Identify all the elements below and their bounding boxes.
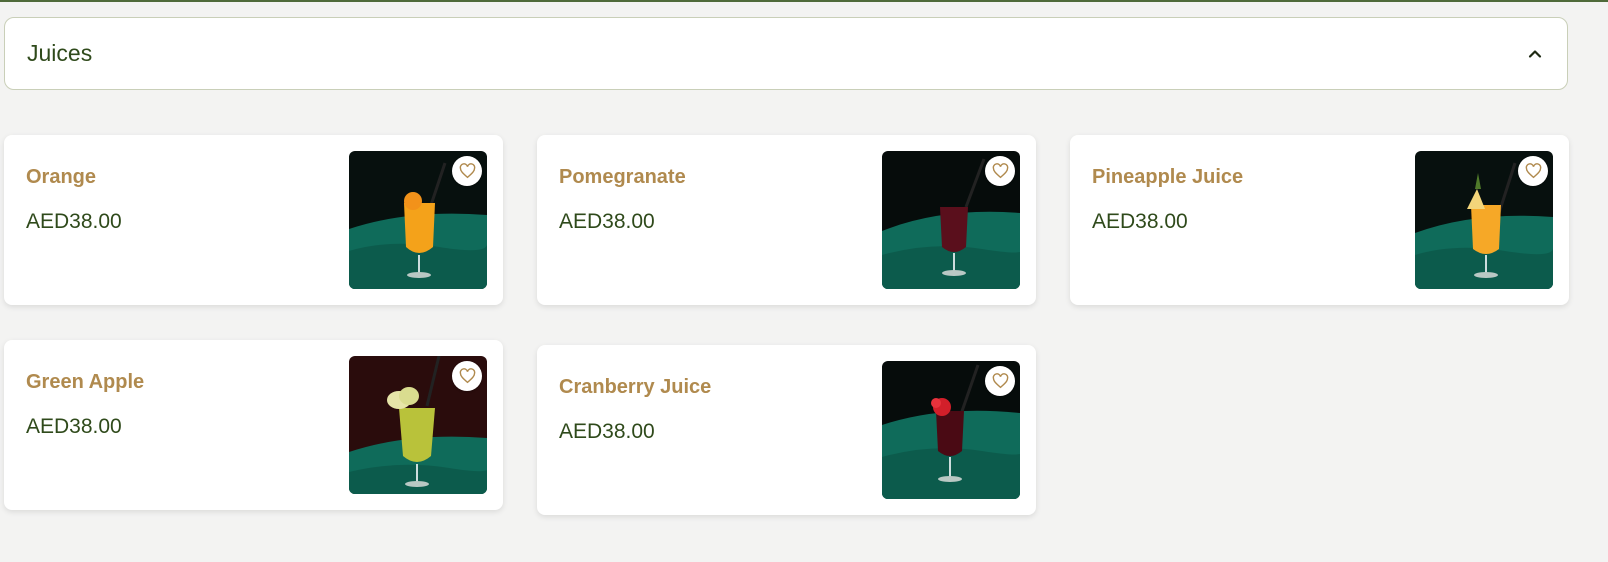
favorite-button[interactable] <box>985 366 1015 396</box>
product-price: AED38.00 <box>1092 210 1188 233</box>
heart-icon <box>992 373 1008 389</box>
product-name: Orange <box>26 166 97 188</box>
product-image <box>882 361 1020 499</box>
heart-icon <box>1525 163 1541 179</box>
product-image <box>1415 151 1553 289</box>
favorite-button[interactable] <box>985 156 1015 186</box>
drink <box>404 203 435 253</box>
favorite-button[interactable] <box>1518 156 1548 186</box>
heart-icon <box>459 368 475 384</box>
heart-icon <box>992 163 1008 179</box>
top-divider <box>0 0 1608 2</box>
heart-icon <box>459 163 475 179</box>
product-price: AED38.00 <box>26 415 122 438</box>
product-image <box>349 356 487 494</box>
chevron-up-icon[interactable] <box>1525 44 1545 64</box>
product-name: Pineapple Juice <box>1092 166 1244 188</box>
product-image <box>349 151 487 289</box>
favorite-button[interactable] <box>452 361 482 391</box>
product-card-orange[interactable]: Orange AED38.00 <box>4 135 503 305</box>
product-card-green-apple[interactable]: Green Apple AED38.00 <box>4 340 503 510</box>
product-price: AED38.00 <box>26 210 122 233</box>
product-card-cranberry-juice[interactable]: Cranberry Juice AED38.00 <box>537 345 1036 515</box>
product-price: AED38.00 <box>559 210 655 233</box>
product-name: Pomegranate <box>559 166 686 188</box>
juices-section-header[interactable]: Juices <box>4 17 1568 90</box>
product-card-pomegranate[interactable]: Pomegranate AED38.00 <box>537 135 1036 305</box>
section-title: Juices <box>27 40 93 66</box>
product-name: Green Apple <box>26 371 145 393</box>
product-card-pineapple-juice[interactable]: Pineapple Juice AED38.00 <box>1070 135 1569 305</box>
product-price: AED38.00 <box>559 420 655 443</box>
product-name: Cranberry Juice <box>559 376 712 398</box>
favorite-button[interactable] <box>452 156 482 186</box>
product-image <box>882 151 1020 289</box>
